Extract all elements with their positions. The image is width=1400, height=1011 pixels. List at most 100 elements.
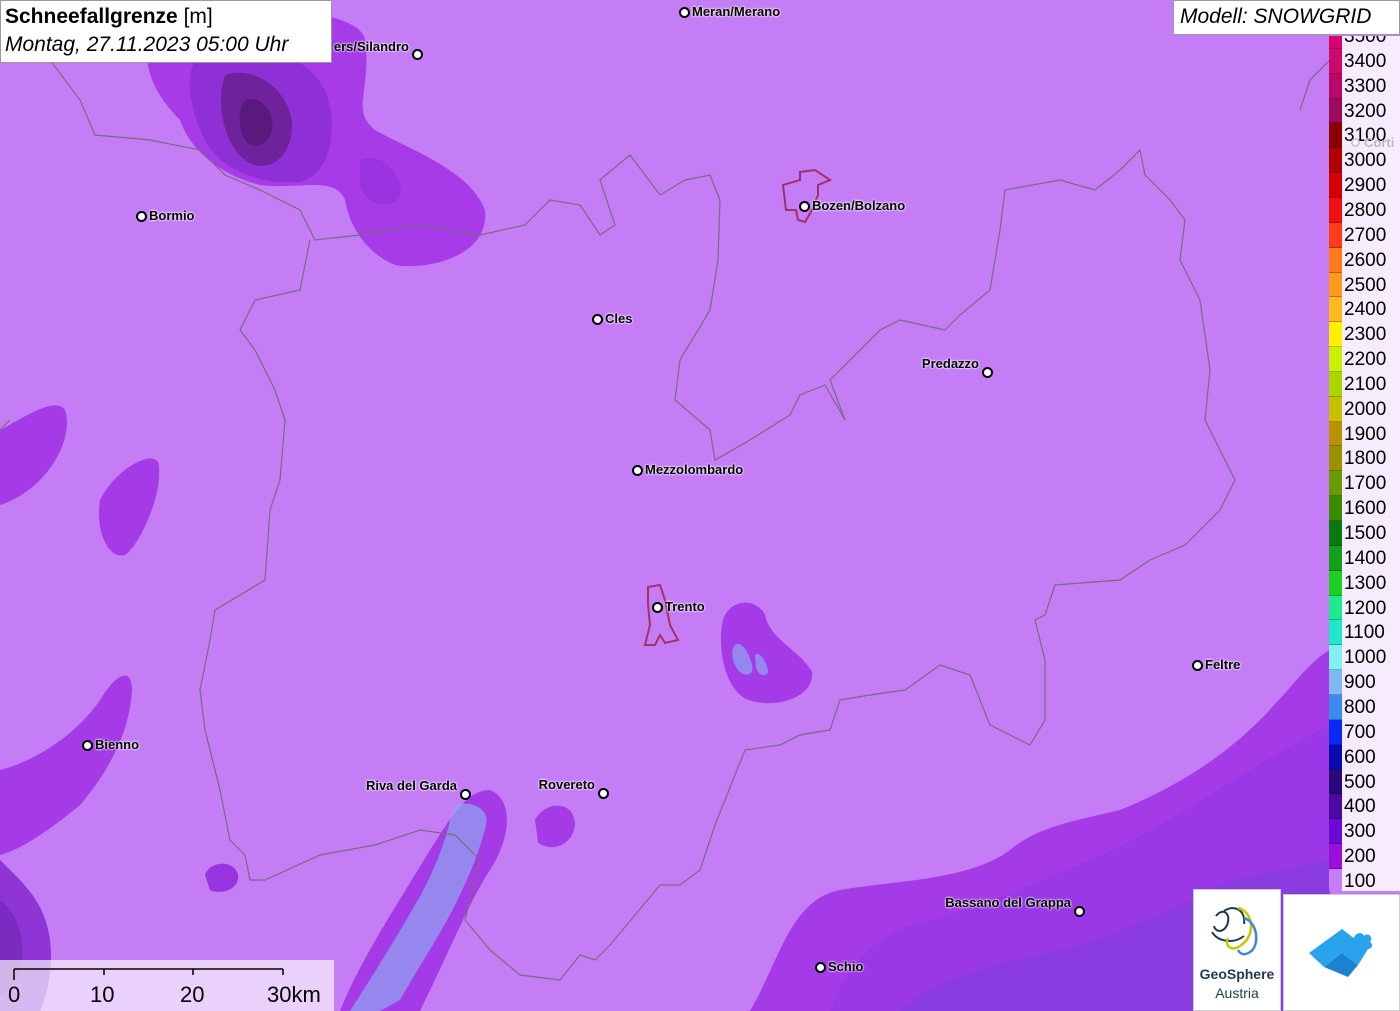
legend-label: 3300 — [1344, 75, 1387, 97]
legend-row: 3300 — [1329, 73, 1400, 99]
city-marker[interactable] — [982, 367, 993, 378]
legend-row: 300 — [1329, 819, 1400, 845]
legend-swatch — [1329, 371, 1342, 397]
legend-swatch — [1329, 595, 1342, 621]
legend-row: 900 — [1329, 670, 1400, 695]
legend-swatch — [1329, 98, 1342, 124]
city-marker[interactable] — [1192, 660, 1203, 671]
legend-label: 100 — [1344, 870, 1376, 891]
legend-label: 2900 — [1344, 175, 1387, 197]
city-marker[interactable] — [136, 211, 147, 222]
legend-row: 500 — [1329, 769, 1400, 795]
legend-swatch — [1329, 620, 1342, 646]
legend-row: 1100 — [1329, 620, 1400, 646]
city-label: Predazzo — [921, 356, 979, 371]
geosphere-icon — [1211, 906, 1258, 956]
legend-swatch — [1329, 719, 1342, 745]
legend-row: 1700 — [1329, 471, 1400, 497]
legend-row: 2600 — [1329, 247, 1400, 273]
map-datetime: Montag, 27.11.2023 05:00 Uhr — [5, 33, 289, 56]
scale-label-10: 10 — [90, 982, 115, 1007]
legend-label: 400 — [1344, 796, 1376, 818]
legend-swatch — [1329, 396, 1342, 422]
legend-row: 2100 — [1329, 371, 1400, 397]
city-marker[interactable] — [652, 602, 663, 613]
legend-swatch — [1329, 570, 1342, 596]
geosphere-country: Austria — [1215, 985, 1259, 1001]
legend-row: 100 — [1329, 868, 1400, 891]
legend-label: 3400 — [1344, 50, 1387, 72]
city-label: Schio — [828, 959, 864, 974]
city-marker[interactable] — [632, 465, 643, 476]
city-marker[interactable] — [412, 49, 423, 60]
legend-row: 2200 — [1329, 347, 1400, 372]
legend-swatch — [1329, 521, 1342, 546]
legend-label: 2800 — [1344, 199, 1387, 221]
city-label: Bassano del Grappa — [945, 895, 1071, 910]
legend-row: 1500 — [1329, 521, 1400, 546]
city-marker[interactable] — [799, 201, 810, 212]
city-label: Meran/Merano — [692, 4, 781, 19]
city-marker[interactable] — [598, 788, 609, 799]
city-marker[interactable] — [592, 314, 603, 325]
map-title: Schneefallgrenze [m] — [5, 5, 213, 28]
legend-swatch — [1329, 471, 1342, 497]
legend-swatch — [1329, 197, 1342, 223]
legend-label: 1100 — [1344, 622, 1385, 644]
legend-swatch — [1329, 446, 1342, 472]
city-marker[interactable] — [1074, 906, 1085, 917]
legend-label: 1200 — [1344, 597, 1387, 619]
city-label: Trento — [665, 599, 705, 614]
legend-row: 3400 — [1329, 48, 1400, 74]
legend-swatch — [1329, 645, 1342, 671]
legend-row: 3200 — [1329, 98, 1400, 124]
legend-row: 1200 — [1329, 595, 1400, 621]
legend-row: 1300 — [1329, 570, 1400, 596]
legend-row: 2900 — [1329, 173, 1400, 198]
legend-swatch — [1329, 36, 1342, 49]
legend-row: 2000 — [1329, 396, 1400, 422]
scale-label-20: 20 — [180, 982, 205, 1007]
legend-swatch — [1329, 868, 1342, 891]
legend-row: 3500 — [1329, 36, 1400, 49]
legend-label: 2200 — [1344, 349, 1387, 371]
legend-label: 2000 — [1344, 398, 1387, 420]
legend-label: 3000 — [1344, 150, 1387, 172]
legend-label: 1400 — [1344, 547, 1387, 569]
map-canvas[interactable] — [0, 0, 1400, 1011]
legend-row: 200 — [1329, 844, 1400, 869]
legend-row: 2300 — [1329, 322, 1400, 348]
legend-label: 2600 — [1344, 249, 1387, 271]
legend-label: 500 — [1344, 771, 1376, 793]
geosphere-name: GeoSphere — [1199, 966, 1275, 982]
city-marker[interactable] — [82, 740, 93, 751]
city-label: Mezzolombardo — [645, 462, 744, 477]
legend-label: 1500 — [1344, 523, 1387, 544]
legend-row: 1000 — [1329, 645, 1400, 671]
legend-label: 1600 — [1344, 498, 1387, 520]
city-marker[interactable] — [815, 962, 826, 973]
legend-swatch — [1329, 247, 1342, 273]
legend-label: 1800 — [1344, 448, 1387, 470]
legend-swatch — [1329, 844, 1342, 869]
city-label: Bozen/Bolzano — [812, 198, 906, 213]
legend-swatch — [1329, 694, 1342, 720]
city-marker[interactable] — [1351, 138, 1360, 147]
legend-row: 2400 — [1329, 297, 1400, 323]
legend-row: 1400 — [1329, 545, 1400, 571]
model-label: Modell: SNOWGRID — [1173, 0, 1400, 35]
legend-label: 3500 — [1344, 36, 1387, 47]
geosphere-logo[interactable]: GeoSphere Austria — [1193, 889, 1281, 1011]
legend-row: 600 — [1329, 744, 1400, 770]
scale-bar: 0 10 20 30km — [0, 960, 334, 1011]
city-marker[interactable] — [460, 789, 471, 800]
legend-label: 1300 — [1344, 572, 1387, 594]
legend-row: 3000 — [1329, 148, 1400, 174]
city-marker[interactable] — [679, 7, 690, 18]
legend-label: 800 — [1344, 696, 1376, 718]
legend-label: 1000 — [1344, 647, 1387, 669]
app-logo[interactable] — [1283, 894, 1400, 1011]
legend-swatch — [1329, 148, 1342, 174]
house-cloud-icon — [1309, 929, 1373, 977]
legend-label: 700 — [1344, 721, 1376, 743]
